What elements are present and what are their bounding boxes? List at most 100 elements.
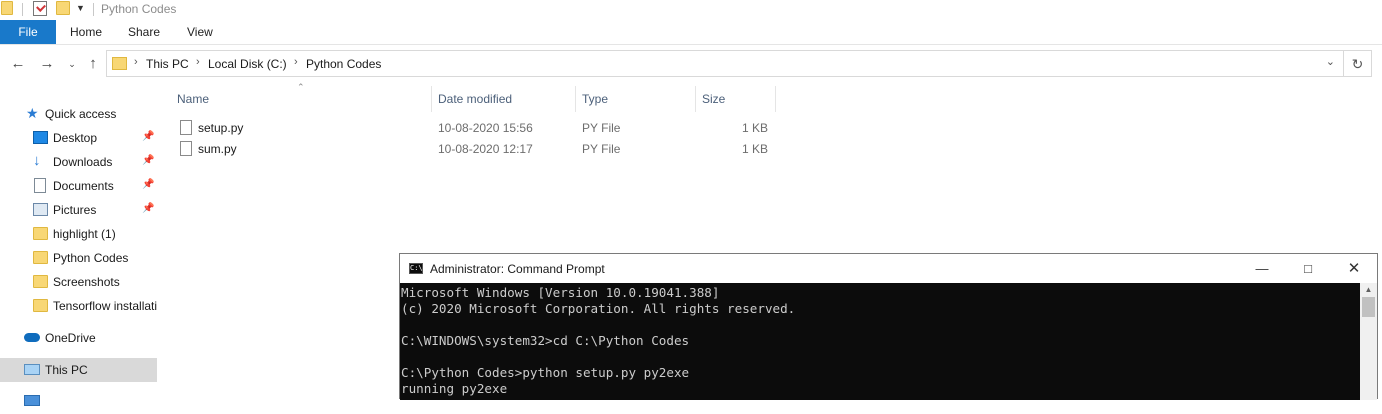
sidebar-item-onedrive[interactable]: OneDrive: [0, 326, 157, 350]
download-icon: ↓: [33, 152, 41, 169]
command-prompt-window[interactable]: C:\ Administrator: Command Prompt — □ ✕ …: [399, 253, 1378, 400]
folder-icon: [33, 275, 48, 288]
pin-icon: 📌: [142, 155, 155, 166]
file-date-modified: 10-08-2020 15:56: [438, 121, 533, 135]
console-line: Microsoft Windows [Version 10.0.19041.38…: [401, 285, 720, 300]
sidebar-item-highlight[interactable]: highlight (1): [0, 222, 157, 246]
file-date-modified: 10-08-2020 12:17: [438, 142, 533, 156]
pictures-icon: [33, 203, 48, 216]
divider: [22, 3, 23, 16]
column-header-name[interactable]: Name: [177, 92, 209, 112]
console-line: C:\WINDOWS\system32>cd C:\Python Codes: [401, 333, 690, 348]
folder-icon: [33, 299, 48, 312]
sidebar-item-pictures[interactable]: Pictures 📌: [0, 198, 157, 222]
minimize-button[interactable]: —: [1239, 254, 1285, 283]
sidebar-item-label: This PC: [45, 363, 88, 377]
recent-locations-chevron-icon[interactable]: ⌄: [63, 55, 81, 73]
forward-arrow-icon[interactable]: →: [38, 55, 56, 73]
console-scrollbar[interactable]: ▲: [1360, 283, 1377, 400]
sidebar-item-this-pc[interactable]: This PC: [0, 358, 157, 382]
sidebar-item-label: OneDrive: [45, 331, 96, 345]
folder-icon: [33, 251, 48, 264]
cmd-window-title: Administrator: Command Prompt: [430, 262, 605, 276]
python-file-icon: [180, 120, 192, 135]
column-header-type[interactable]: Type: [582, 92, 608, 112]
ribbon: File Home Share View: [0, 20, 1382, 45]
chevron-right-icon[interactable]: ›: [294, 56, 298, 68]
column-divider[interactable]: [575, 86, 576, 112]
refresh-icon[interactable]: ↻: [1344, 50, 1372, 77]
back-arrow-icon[interactable]: ←: [9, 55, 27, 73]
maximize-button[interactable]: □: [1285, 254, 1331, 283]
documents-icon: [34, 178, 46, 193]
tab-share[interactable]: Share: [128, 20, 160, 44]
folder-icon: [33, 227, 48, 240]
sidebar-item-label: Downloads: [53, 155, 113, 169]
pin-icon: 📌: [142, 203, 155, 214]
sidebar-item-label: Pictures: [53, 203, 97, 217]
column-divider[interactable]: [695, 86, 696, 112]
sidebar-item-label: Documents: [53, 179, 114, 193]
address-bar[interactable]: › This PC › Local Disk (C:) › Python Cod…: [106, 50, 1344, 77]
sidebar-item-downloads[interactable]: ↓ Downloads 📌: [0, 150, 157, 174]
sidebar-item-label: Tensorflow installati: [53, 299, 157, 313]
console-line: (c) 2020 Microsoft Corporation. All righ…: [401, 301, 796, 316]
file-type: PY File: [582, 142, 621, 156]
cloud-icon: [24, 333, 40, 342]
navigation-pane: ★ Quick access Desktop 📌 ↓ Downloads 📌 D…: [0, 100, 157, 406]
desktop-icon: [33, 131, 48, 144]
close-button[interactable]: ✕: [1331, 254, 1377, 283]
breadcrumb-this-pc[interactable]: This PC: [146, 57, 189, 71]
file-size: 1 KB: [741, 142, 768, 156]
column-header-size[interactable]: Size: [702, 92, 725, 112]
column-divider[interactable]: [775, 86, 776, 112]
sidebar-item-label: highlight (1): [53, 227, 116, 241]
file-row[interactable]: setup.py 10-08-2020 15:56 PY File 1 KB: [172, 118, 776, 139]
sidebar-item-label: Python Codes: [53, 251, 129, 265]
tab-home[interactable]: Home: [70, 20, 102, 44]
console-line: running py2exe: [401, 381, 508, 396]
sidebar-item-screenshots[interactable]: Screenshots: [0, 270, 157, 294]
sidebar-item-label: Screenshots: [53, 275, 120, 289]
breadcrumb-python-codes[interactable]: Python Codes: [306, 57, 381, 71]
window-title: Python Codes: [101, 2, 177, 16]
cmd-title-bar[interactable]: C:\ Administrator: Command Prompt — □ ✕: [400, 254, 1377, 283]
file-name: setup.py: [198, 121, 244, 135]
column-header-date-modified[interactable]: Date modified: [438, 92, 512, 112]
up-arrow-icon[interactable]: ↑: [84, 55, 102, 73]
console-output[interactable]: Microsoft Windows [Version 10.0.19041.38…: [400, 283, 1360, 400]
window-title-bar: ▼ Python Codes: [0, 0, 1382, 20]
computer-icon: [24, 364, 40, 375]
chevron-right-icon[interactable]: ›: [196, 56, 200, 68]
sort-ascending-icon: ⌃: [297, 82, 305, 92]
file-row[interactable]: sum.py 10-08-2020 12:17 PY File 1 KB: [172, 139, 776, 160]
file-name: sum.py: [198, 142, 237, 156]
file-size: 1 KB: [741, 121, 768, 135]
folder-icon: [112, 57, 127, 70]
tab-file[interactable]: File: [0, 20, 56, 44]
sidebar-item-documents[interactable]: Documents 📌: [0, 174, 157, 198]
breadcrumb-local-disk[interactable]: Local Disk (C:): [208, 57, 287, 71]
tab-view[interactable]: View: [187, 20, 213, 44]
sidebar-item-network[interactable]: [0, 390, 157, 414]
chevron-down-icon[interactable]: ⌄: [1326, 55, 1335, 68]
sidebar-item-python-codes[interactable]: Python Codes: [0, 246, 157, 270]
sidebar-item-desktop[interactable]: Desktop 📌: [0, 126, 157, 150]
properties-icon[interactable]: [33, 1, 47, 16]
sidebar-item-label: Quick access: [45, 107, 117, 121]
column-divider[interactable]: [431, 86, 432, 112]
sidebar-item-label: Desktop: [53, 131, 98, 145]
console-icon: C:\: [409, 263, 423, 274]
console-line: C:\Python Codes>python setup.py py2exe: [401, 365, 690, 380]
scrollbar-thumb[interactable]: [1362, 297, 1375, 317]
chevron-right-icon[interactable]: ›: [134, 56, 138, 68]
pin-icon: 📌: [142, 179, 155, 190]
star-icon: ★: [26, 105, 39, 121]
new-folder-icon[interactable]: [56, 1, 70, 15]
sidebar-item-tensorflow[interactable]: Tensorflow installati: [0, 294, 157, 318]
sidebar-item-quick-access[interactable]: ★ Quick access: [0, 102, 157, 126]
python-file-icon: [180, 141, 192, 156]
scroll-up-arrow-icon[interactable]: ▲: [1360, 285, 1377, 295]
file-type: PY File: [582, 121, 621, 135]
customize-toolbar-icon[interactable]: ▼: [76, 3, 85, 13]
